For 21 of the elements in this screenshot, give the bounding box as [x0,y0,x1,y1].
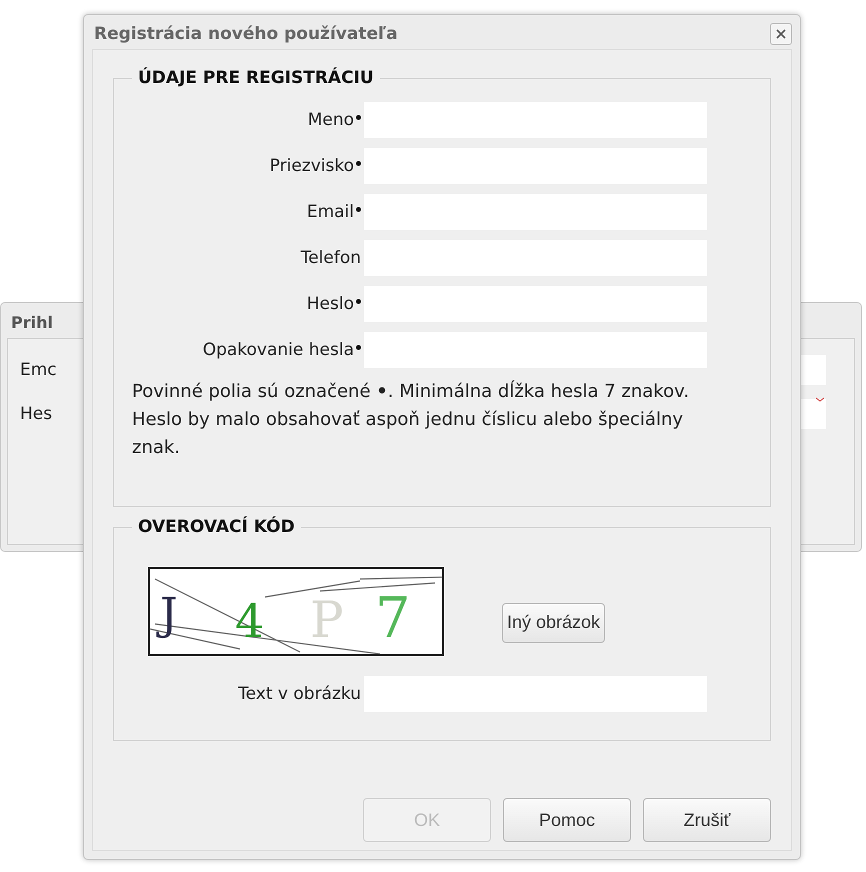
field-label: Telefon [300,248,362,268]
field-label: Priezvisko [132,156,364,176]
field-label: Text v obrázku [237,684,362,704]
field-label: Meno [132,110,364,130]
help-text: Povinné polia sú označené •. Minimálna dĺžka hesla 7 znakov. Heslo by malo obsahovať aspoň jednu číslicu alebo špeciálny znak. [132,379,690,460]
section-title: OVEROVACÍ KÓD [137,517,296,537]
field-label: Emc [20,360,57,380]
dialog-button[interactable]: Pomoc [503,798,631,842]
field-label: Hes [20,404,52,424]
close-icon [775,28,787,40]
window-title: Prihl [10,312,53,334]
field-label: Opakovanie hesla [132,340,364,360]
captcha-character: 7 [375,586,411,651]
field-label: Heslo [132,294,364,314]
dialog-button[interactable]: Zrušiť [643,798,771,842]
close-button[interactable] [770,23,792,45]
section-title: ÚDAJE PRE REGISTRÁCIU [137,68,375,88]
field-label: Email [132,202,364,222]
error-mark-icon [816,397,824,402]
refresh-image-button[interactable]: Iný obrázok [502,602,606,642]
dialog-title: Registrácia nového používateľa [94,24,398,44]
